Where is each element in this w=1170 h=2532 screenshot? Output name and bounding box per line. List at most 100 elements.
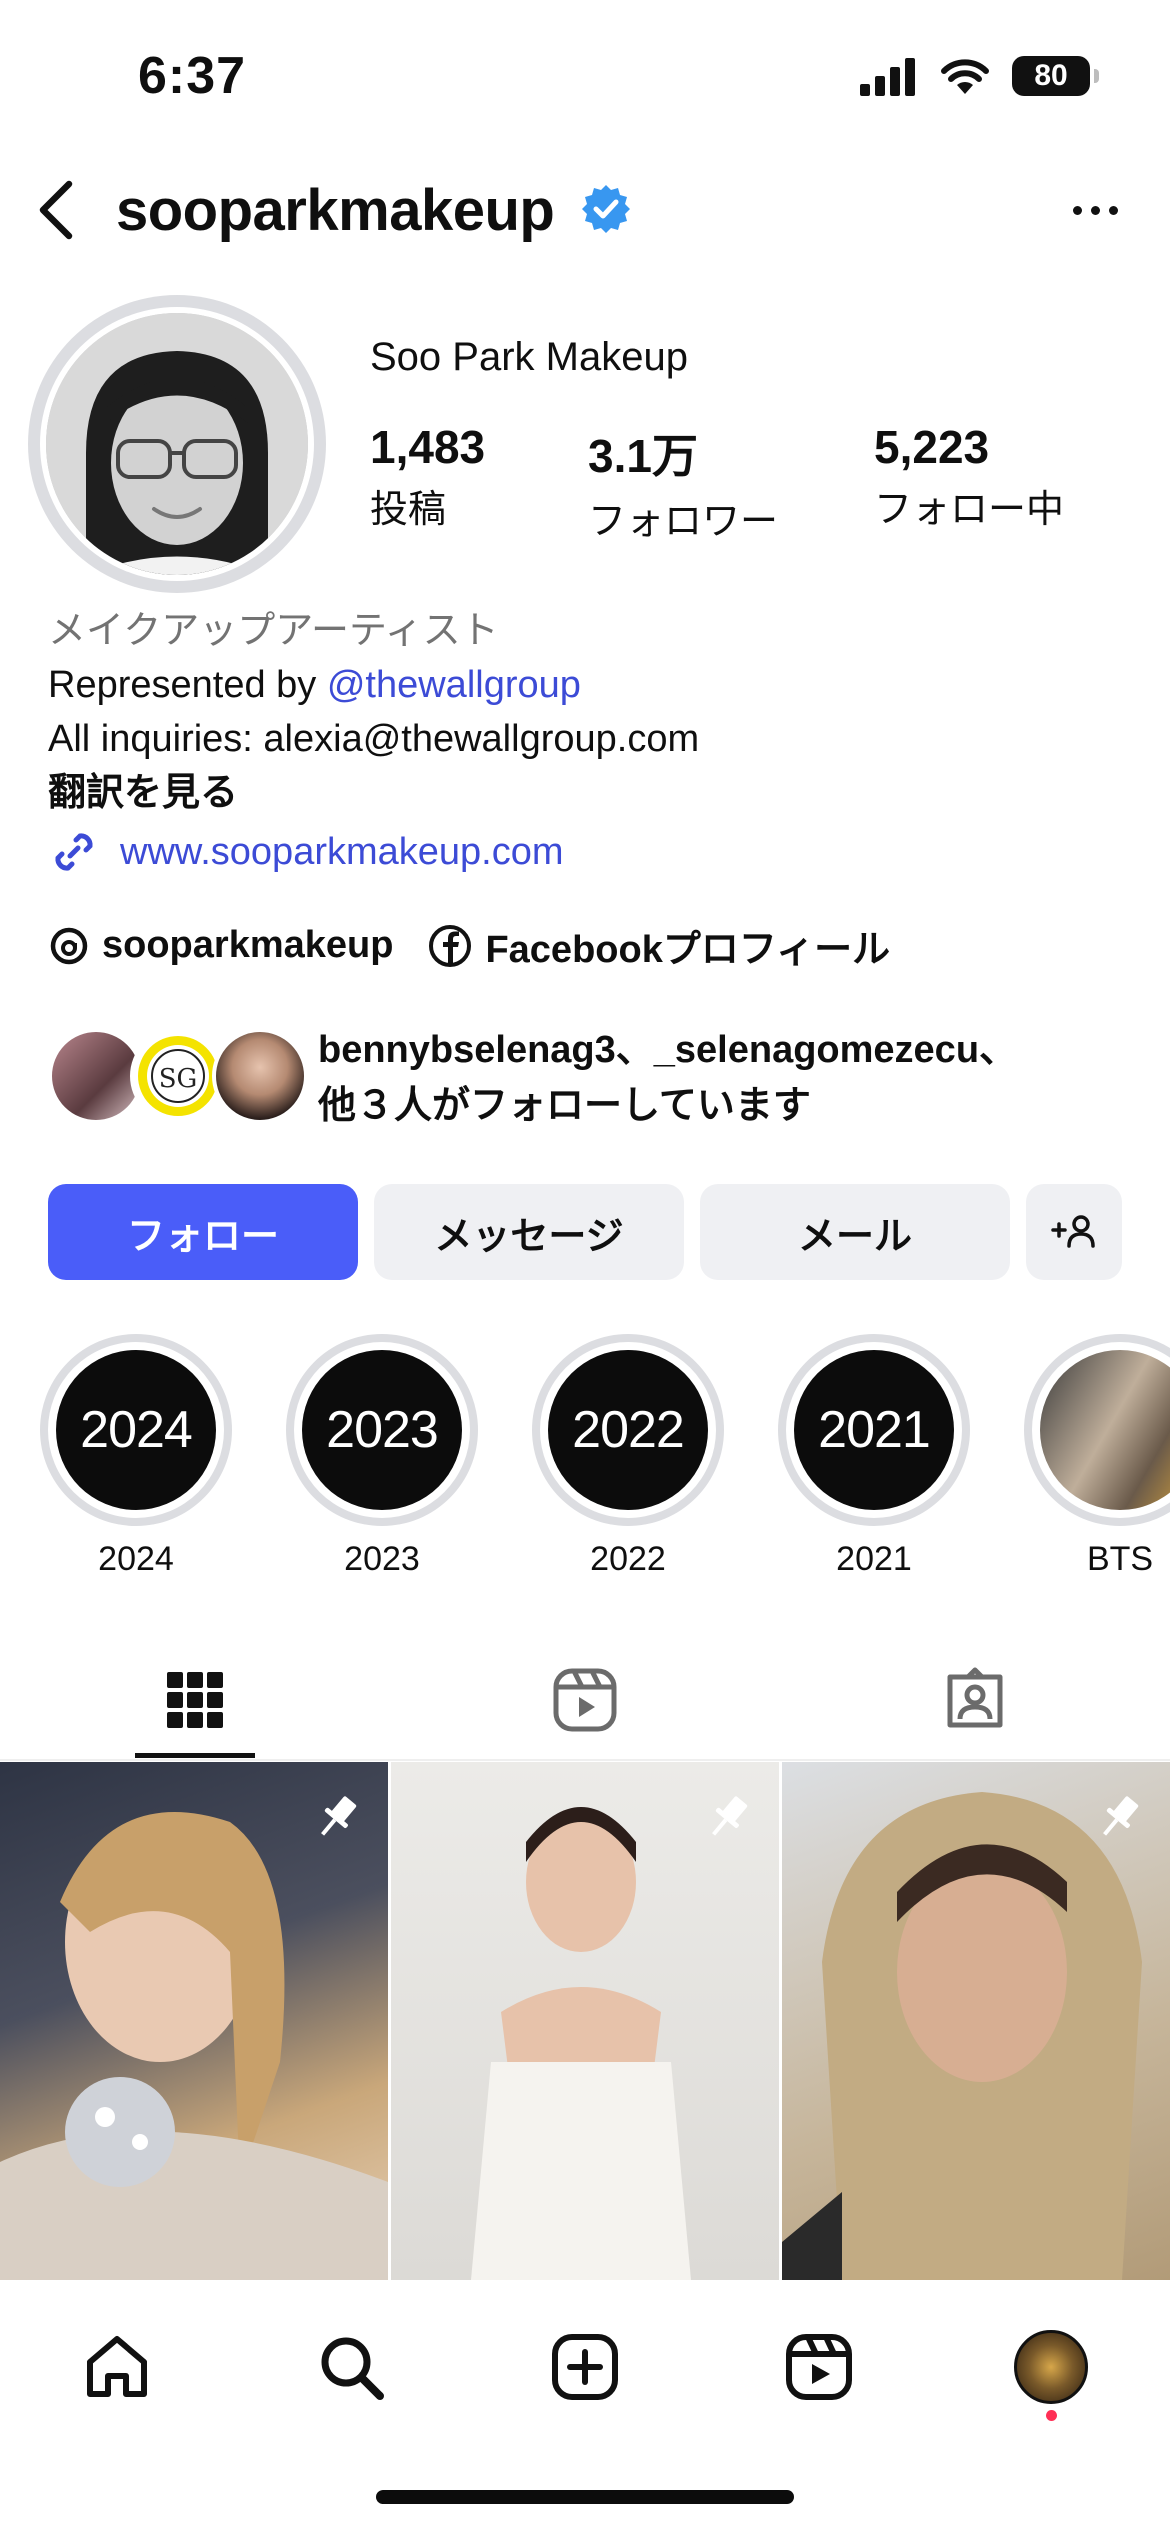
post-thumbnail[interactable]: [782, 1762, 1170, 2280]
profile-avatar-icon: [1014, 2330, 1088, 2404]
followed-by-text: bennybselenag3、_selenagomezecu、 他３人がフォロー…: [318, 1022, 1158, 1134]
home-icon: [87, 2336, 147, 2397]
reels-icon: [553, 1668, 617, 1732]
pin-icon: [321, 1796, 357, 1836]
threads-icon: [50, 927, 88, 964]
highlight-label: 2024: [98, 1540, 174, 1578]
social-links: sooparkmakeup Facebookプロフィール: [48, 918, 924, 973]
highlight-cover: 2022: [548, 1350, 708, 1510]
bio-represented: Represented by @thewallgroup: [48, 658, 699, 712]
signal-icon: [860, 58, 915, 96]
tabs-divider: [0, 1759, 1170, 1761]
email-button[interactable]: メール: [700, 1184, 1010, 1280]
status-icons: 80: [860, 56, 1099, 96]
post-thumbnail[interactable]: [0, 1762, 388, 2280]
highlight-2022[interactable]: 2022 2022: [532, 1334, 724, 1579]
reels-icon: [786, 2334, 852, 2400]
highlight-label: 2023: [344, 1540, 420, 1578]
followed-by-others: 他３人がフォローしています: [318, 1085, 811, 1127]
highlight-bts[interactable]: BTS: [1024, 1334, 1170, 1579]
tab-posts-grid[interactable]: [0, 1640, 390, 1760]
header-username: sooparkmakeup: [116, 178, 555, 243]
status-bar: 6:37 80: [0, 0, 1170, 150]
highlight-2024[interactable]: 2024 2024: [40, 1334, 232, 1579]
status-time: 6:37: [138, 47, 247, 105]
highlight-label: 2021: [836, 1540, 912, 1578]
sg-logo-icon: SG: [138, 1036, 218, 1116]
battery-icon: 80: [1012, 56, 1099, 96]
stat-followers[interactable]: 3.1万 フォロワー: [588, 420, 778, 545]
more-dot: [1108, 205, 1118, 215]
display-name: Soo Park Makeup: [370, 335, 688, 379]
facebook-icon: [429, 924, 472, 967]
back-button[interactable]: [20, 175, 90, 245]
stat-posts[interactable]: 1,483 投稿: [370, 420, 485, 533]
facebook-link[interactable]: Facebookプロフィール: [427, 918, 890, 973]
highlight-cover: 2021: [794, 1350, 954, 1510]
active-tab-indicator: [135, 1753, 255, 1758]
highlight-cover-photo: [1040, 1350, 1170, 1510]
search-icon: [321, 2337, 384, 2400]
grid-icon: [167, 1672, 223, 1728]
more-dot: [1090, 205, 1100, 215]
message-button[interactable]: メッセージ: [374, 1184, 684, 1280]
battery-level: 80: [1034, 59, 1068, 92]
highlight-label: 2022: [590, 1540, 666, 1578]
website-url: www.sooparkmakeup.com: [120, 830, 564, 873]
highlight-2023[interactable]: 2023 2023: [286, 1334, 478, 1579]
stat-value: 1,483: [370, 421, 486, 473]
pin-icon: [712, 1796, 748, 1836]
post-thumbnail[interactable]: [391, 1762, 779, 2280]
nav-search[interactable]: [306, 2322, 396, 2412]
see-translation-button[interactable]: 翻訳を見る: [48, 766, 699, 820]
stat-value: 3.1万: [588, 430, 698, 482]
stat-following[interactable]: 5,223 フォロー中: [874, 420, 1064, 533]
bio-category: メイクアップアーティスト: [48, 610, 499, 652]
svg-text:SG: SG: [159, 1064, 198, 1094]
link-icon: [55, 833, 93, 871]
wifi-icon: [941, 59, 989, 94]
suggest-users-button[interactable]: [1026, 1184, 1122, 1280]
more-options-button[interactable]: [1060, 185, 1130, 235]
tab-reels[interactable]: [390, 1640, 780, 1760]
stat-value: 5,223: [874, 421, 990, 473]
website-link[interactable]: www.sooparkmakeup.com: [48, 826, 564, 878]
stat-label: 投稿: [370, 489, 447, 531]
profile-avatar[interactable]: [28, 295, 326, 593]
threads-link[interactable]: sooparkmakeup: [48, 924, 393, 967]
profile-tabs: [0, 1640, 1170, 1760]
stat-label: フォロワー: [588, 501, 779, 543]
nav-create[interactable]: [540, 2322, 630, 2412]
posts-grid: [0, 1762, 1170, 2282]
facebook-label: Facebookプロフィール: [485, 929, 891, 971]
bio-represented-prefix: Represented by: [48, 664, 327, 706]
highlight-2021[interactable]: 2021 2021: [778, 1334, 970, 1579]
highlight-cover: 2023: [302, 1350, 462, 1510]
threads-label: sooparkmakeup: [102, 924, 394, 966]
pin-icon: [1103, 1796, 1139, 1836]
nav-home[interactable]: [72, 2322, 162, 2412]
profile-header: sooparkmakeup: [0, 165, 1170, 255]
tagged-icon: [947, 1667, 1003, 1728]
chevron-left-icon: [39, 180, 73, 240]
create-icon: [552, 2334, 618, 2400]
notification-dot: [1046, 2410, 1057, 2421]
avatar-portrait: [46, 313, 308, 575]
tab-tagged[interactable]: [780, 1640, 1170, 1760]
highlight-label: BTS: [1086, 1540, 1154, 1578]
avatar-photo: [46, 313, 308, 575]
add-person-icon: [1051, 1215, 1095, 1248]
more-dot: [1072, 205, 1082, 215]
verified-badge-icon: [582, 185, 630, 233]
stat-label: フォロー中: [874, 489, 1065, 531]
follow-button[interactable]: フォロー: [48, 1184, 358, 1280]
highlight-cover: 2024: [56, 1350, 216, 1510]
nav-profile[interactable]: [1006, 2322, 1096, 2412]
bio-inquiries: All inquiries: alexia@thewallgroup.com: [48, 718, 700, 760]
bio-mention-link[interactable]: @thewallgroup: [327, 664, 581, 706]
home-indicator: [376, 2490, 794, 2504]
nav-reels[interactable]: [774, 2322, 864, 2412]
follower-avatar: [212, 1028, 308, 1124]
followed-by-names: bennybselenag3、_selenagomezecu、: [318, 1029, 1018, 1071]
profile-bio: メイクアップアーティスト Represented by @thewallgrou…: [48, 604, 699, 820]
